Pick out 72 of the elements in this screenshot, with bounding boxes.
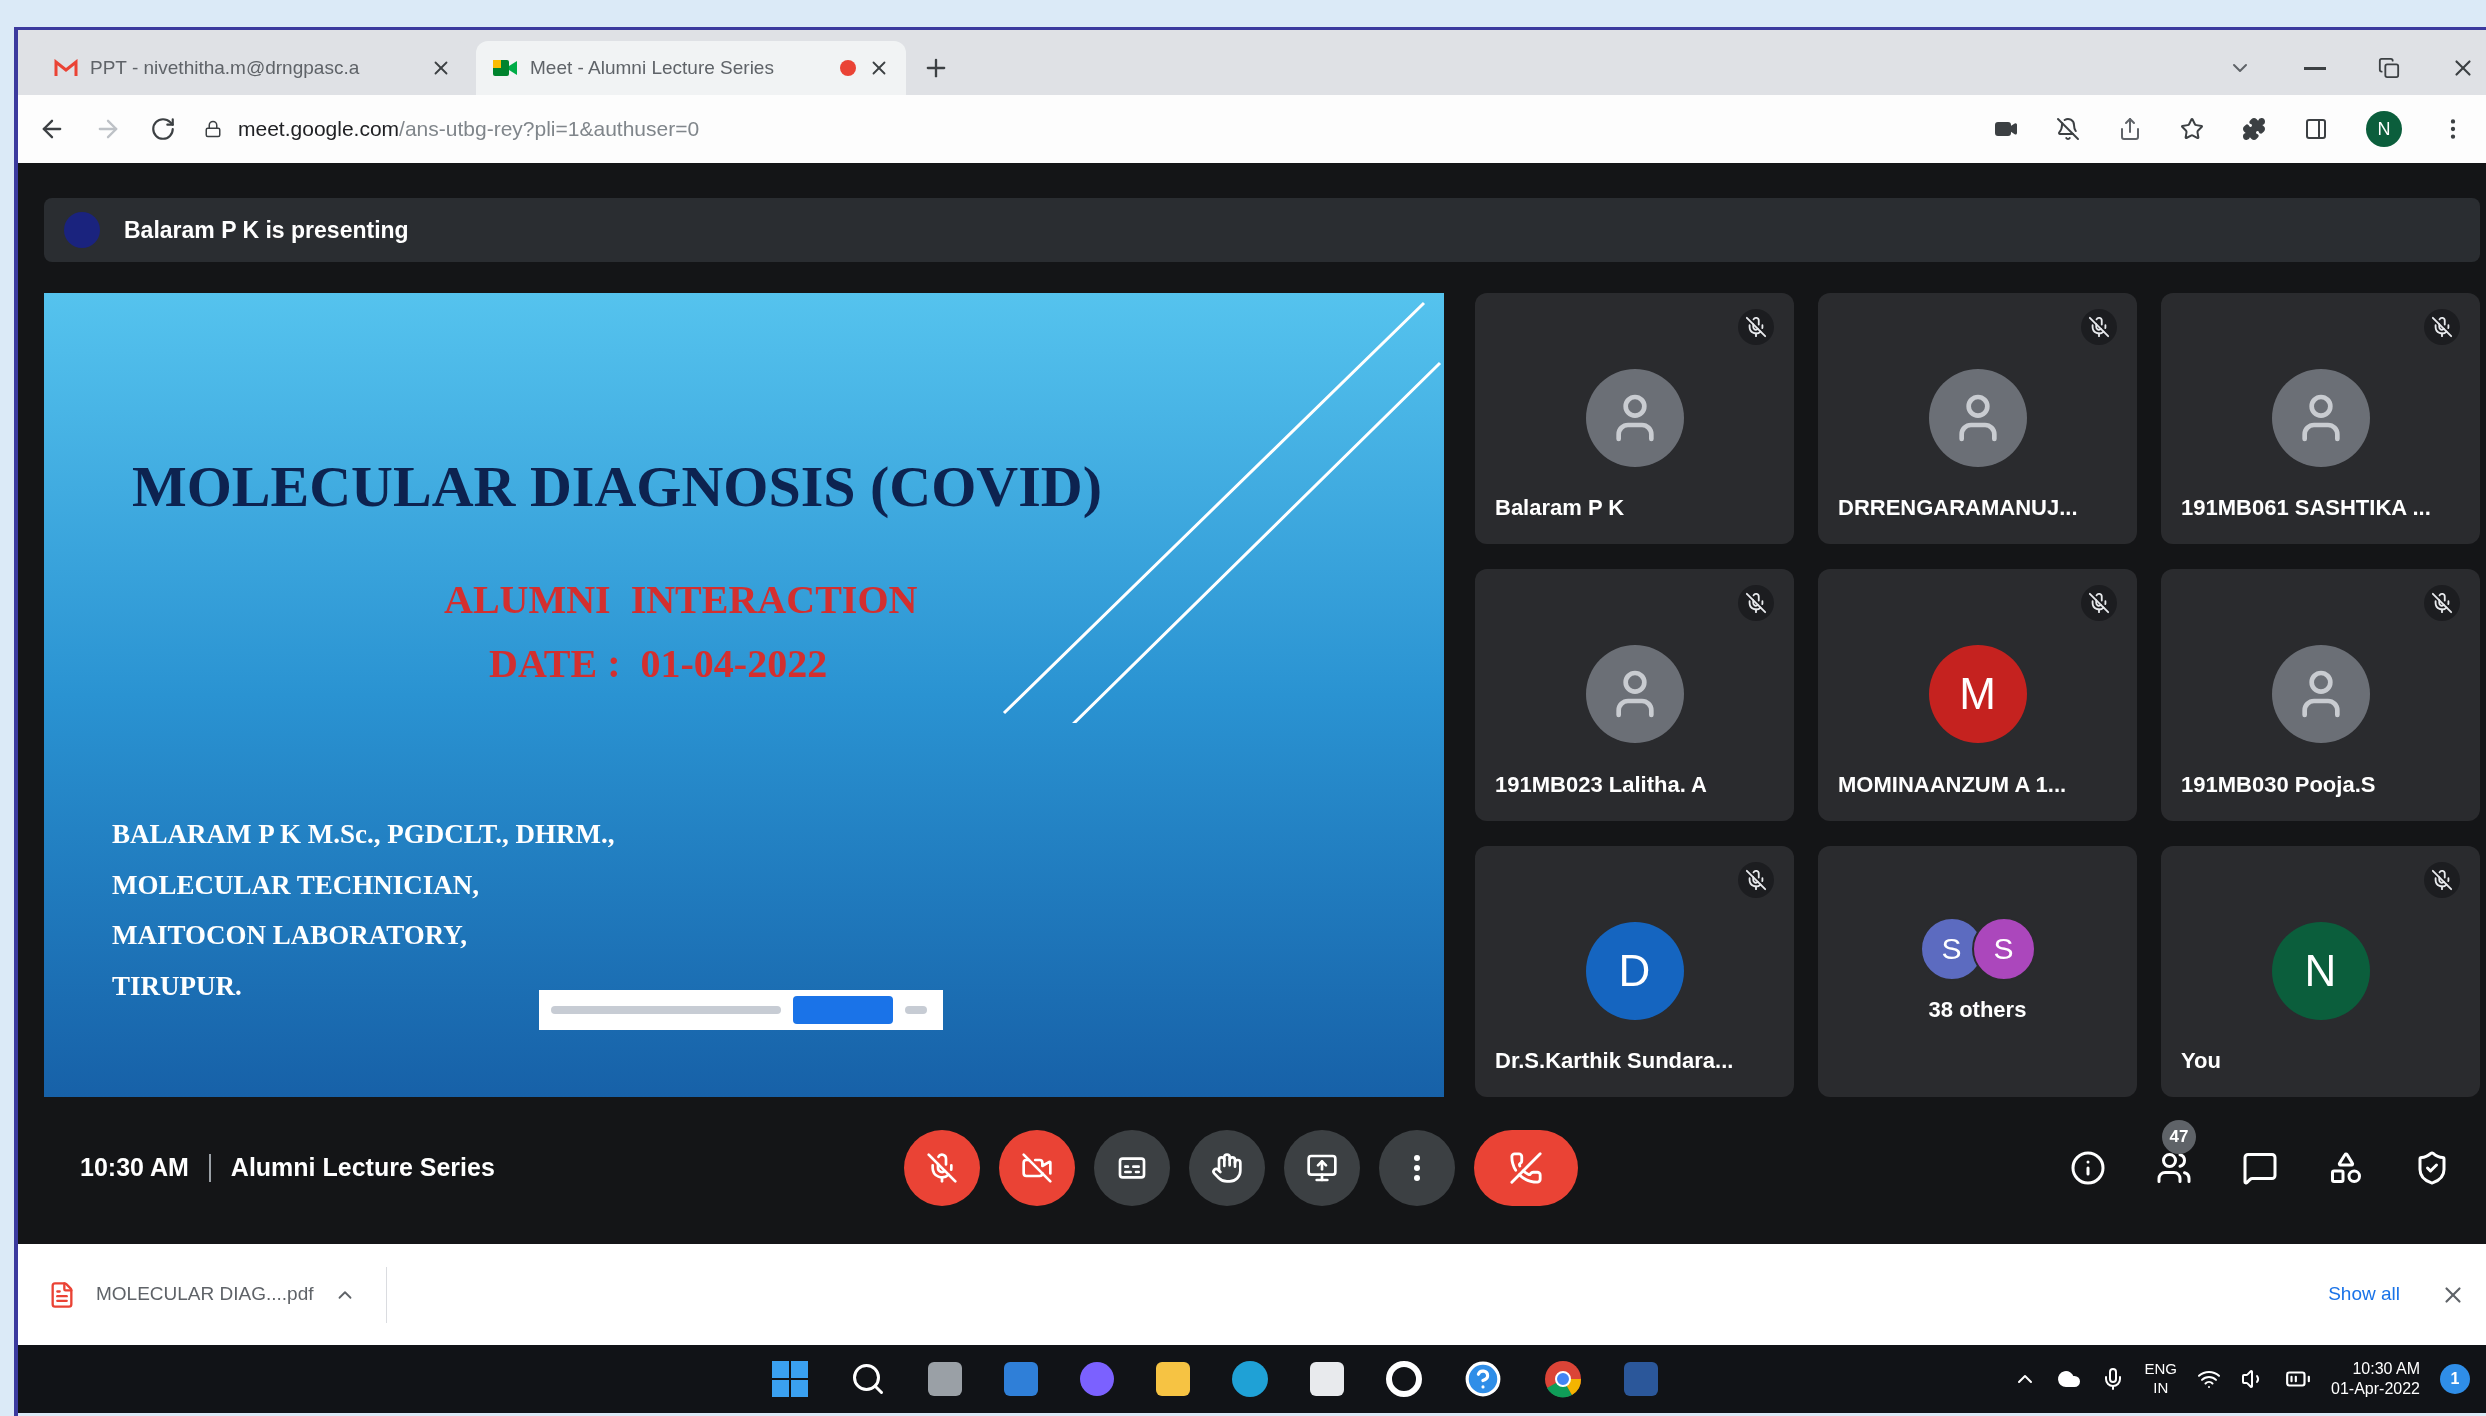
slide-text: MAITOCON LABORATORY, [112, 919, 469, 952]
meeting-title: Alumni Lecture Series [230, 1151, 495, 1183]
participant-count-badge: 47 [2162, 1119, 2196, 1154]
participant-count-label: 38 others [1928, 995, 2027, 1024]
participant-tile[interactable]: M MOMINAANZUM A 1... [1818, 569, 2137, 821]
region-indicator[interactable]: IN [2153, 1379, 2169, 1398]
slide-text: MOLECULAR TECHNICIAN, [112, 868, 481, 902]
help-icon[interactable] [1464, 1360, 1503, 1398]
lock-icon [204, 120, 222, 138]
tab-title: Meet - Alumni Lecture Series [530, 55, 775, 80]
avatar: M [1928, 645, 2027, 744]
start-icon[interactable] [772, 1361, 809, 1397]
info-icon [2070, 1149, 2106, 1186]
video-logo-icon [492, 58, 518, 78]
participant-tile[interactable]: Balaram P K [1475, 293, 1794, 545]
clock-time[interactable]: 10:30 AM [2352, 1359, 2420, 1379]
url-text: meet.google.com/ans-utbg-rey?pli=1&authuser=0 [238, 116, 700, 143]
participant-name: 191MB030 Pooja.S [2181, 770, 2377, 799]
participant-name: DRRENGARAMANUJ... [1838, 494, 2079, 523]
participant-name: Dr.S.Karthik Sundara... [1495, 1047, 1735, 1075]
address-bar[interactable]: meet.google.com/ans-utbg-rey?pli=1&authuser=0 [204, 105, 1966, 153]
camera-off-icon [1021, 1151, 1053, 1184]
presenting-text: Balaram P K is presenting [124, 215, 409, 245]
browser-tab[interactable]: Meet - Alumni Lecture Series [476, 41, 906, 95]
language-indicator[interactable]: ENG [2144, 1360, 2178, 1379]
phone-hang-up-icon [1509, 1150, 1543, 1185]
hide-link-placeholder [905, 1006, 927, 1014]
slide-subtitle: DATE : 01-04-2022 [488, 640, 829, 688]
participant-name: MOMINAANZUM A 1... [1838, 770, 2068, 799]
mic-off-icon [926, 1151, 958, 1184]
avatar: D [1585, 921, 1684, 1020]
participant-name: 191MB023 Lalitha. A [1495, 770, 1708, 799]
participant-tile[interactable]: 191MB061 SASHTIKA ... [2161, 293, 2480, 545]
minimize-icon [2304, 66, 2326, 70]
profile-avatar[interactable]: N [2366, 111, 2402, 147]
reload-icon [150, 116, 176, 142]
extensions-icon[interactable] [2242, 117, 2266, 141]
presenter-avatar-placeholder [64, 212, 100, 248]
participant-name: You [2181, 1047, 2222, 1075]
participant-tile[interactable]: DRRENGARAMANUJ... [1818, 293, 2137, 545]
restore-icon [2378, 57, 2400, 79]
bookmark-star-icon[interactable] [2180, 117, 2204, 141]
slide-subtitle: ALUMNI INTERACTION [444, 576, 919, 624]
avatar: S [1971, 916, 2036, 981]
download-item[interactable]: MOLECULAR DIAG....pdf [48, 1266, 387, 1323]
participant-tile[interactable]: N You [2161, 845, 2480, 1097]
restore-button[interactable] [2378, 57, 2400, 79]
download-file-name: MOLECULAR DIAG....pdf [96, 1282, 314, 1307]
avatar: N [2271, 921, 2370, 1020]
circle-app-icon[interactable] [1386, 1361, 1423, 1397]
info-button[interactable] [2070, 1149, 2106, 1186]
tab-title: PPT - nivethitha.m@drngpasc.a [90, 55, 361, 80]
meeting-time: 10:30 AM [80, 1151, 189, 1183]
participant-tile[interactable]: S S 38 others [1818, 845, 2137, 1097]
hand-icon [1211, 1151, 1243, 1184]
participant-tile[interactable]: D Dr.S.Karthik Sundara... [1475, 845, 1794, 1097]
participant-name: 191MB061 SASHTIKA ... [2181, 494, 2432, 523]
share-icon[interactable] [2118, 117, 2142, 141]
side-panel-icon[interactable] [2304, 117, 2328, 141]
slide-title: MOLECULAR DIAGNOSIS (COVID) [132, 454, 1102, 519]
participant-tile[interactable]: 191MB023 Lalitha. A [1475, 569, 1794, 821]
slide-text: BALARAM P K M.Sc., PGDCLT., DHRM., [112, 818, 616, 851]
participant-name: Balaram P K [1495, 494, 1626, 523]
participant-tile[interactable]: 191MB030 Pooja.S [2161, 569, 2480, 821]
show-all-link[interactable]: Show all [2328, 1280, 2400, 1309]
slide-text: TIRUPUR. [112, 969, 243, 1003]
clock-date[interactable]: 01-Apr-2022 [2331, 1379, 2420, 1399]
bell-off-icon[interactable] [2056, 117, 2080, 141]
vertical-dots-icon [1414, 1154, 1420, 1181]
chrome-icon[interactable] [1544, 1360, 1583, 1398]
reload-button[interactable] [150, 116, 176, 142]
mail-logo-icon [54, 59, 78, 77]
